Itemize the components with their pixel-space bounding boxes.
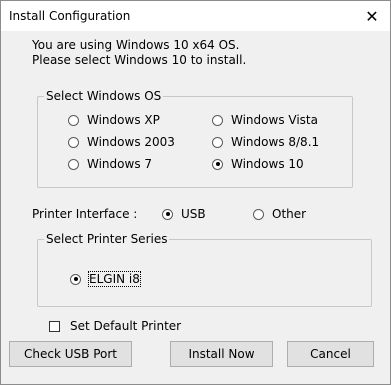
select-os-group: Select Windows OS Windows XP Windows Vis… — [37, 89, 353, 188]
checkbox-indicator — [49, 320, 60, 332]
close-button[interactable]: ✕ — [354, 1, 390, 31]
close-icon: ✕ — [365, 6, 379, 26]
radio-label: Windows 7 — [87, 157, 153, 171]
radio-windows-vista[interactable]: Windows Vista — [212, 113, 318, 127]
radio-label: Windows 2003 — [87, 135, 175, 149]
radio-indicator-checked — [162, 208, 173, 220]
printer-series-group: Select Printer Series ELGIN i8 — [37, 232, 372, 307]
install-config-dialog: Install Configuration ✕ You are using Wi… — [0, 0, 391, 385]
radio-indicator — [68, 158, 79, 170]
radio-windows-8[interactable]: Windows 8/8.1 — [212, 135, 319, 149]
radio-windows-xp[interactable]: Windows XP — [68, 113, 160, 127]
radio-label: USB — [181, 207, 206, 221]
printer-series-legend: Select Printer Series — [44, 232, 170, 246]
window-title: Install Configuration — [9, 9, 131, 23]
radio-windows-10[interactable]: Windows 10 — [212, 157, 304, 171]
radio-other[interactable]: Other — [253, 207, 306, 221]
printer-interface-label: Printer Interface : — [32, 207, 138, 221]
check-usb-port-button[interactable]: Check USB Port — [9, 341, 132, 367]
cancel-button[interactable]: Cancel — [287, 341, 374, 367]
radio-windows-2003[interactable]: Windows 2003 — [68, 135, 175, 149]
radio-label: Windows 8/8.1 — [231, 135, 320, 149]
radio-label: Windows Vista — [231, 113, 318, 127]
radio-label: Windows 10 — [231, 157, 304, 171]
radio-label: ELGIN i8 — [88, 271, 141, 287]
radio-windows-7[interactable]: Windows 7 — [68, 157, 152, 171]
radio-indicator-checked — [70, 273, 81, 285]
os-info-line-2: Please select Windows 10 to install. — [32, 53, 247, 67]
radio-label: Other — [272, 207, 307, 221]
radio-usb[interactable]: USB — [162, 207, 206, 221]
os-info-line-1: You are using Windows 10 x64 OS. — [32, 38, 240, 52]
checkbox-label: Set Default Printer — [70, 319, 182, 333]
radio-indicator — [68, 136, 79, 148]
title-bar: Install Configuration ✕ — [1, 1, 390, 31]
radio-elgin-i8[interactable]: ELGIN i8 — [70, 271, 141, 287]
radio-indicator — [68, 114, 79, 126]
radio-indicator — [212, 136, 223, 148]
radio-indicator — [253, 208, 264, 220]
radio-label: Windows XP — [87, 113, 160, 127]
install-now-button[interactable]: Install Now — [170, 341, 273, 367]
select-os-legend: Select Windows OS — [44, 89, 164, 103]
set-default-printer-checkbox[interactable]: Set Default Printer — [49, 319, 181, 333]
radio-indicator — [212, 114, 223, 126]
radio-indicator-checked — [212, 158, 223, 170]
